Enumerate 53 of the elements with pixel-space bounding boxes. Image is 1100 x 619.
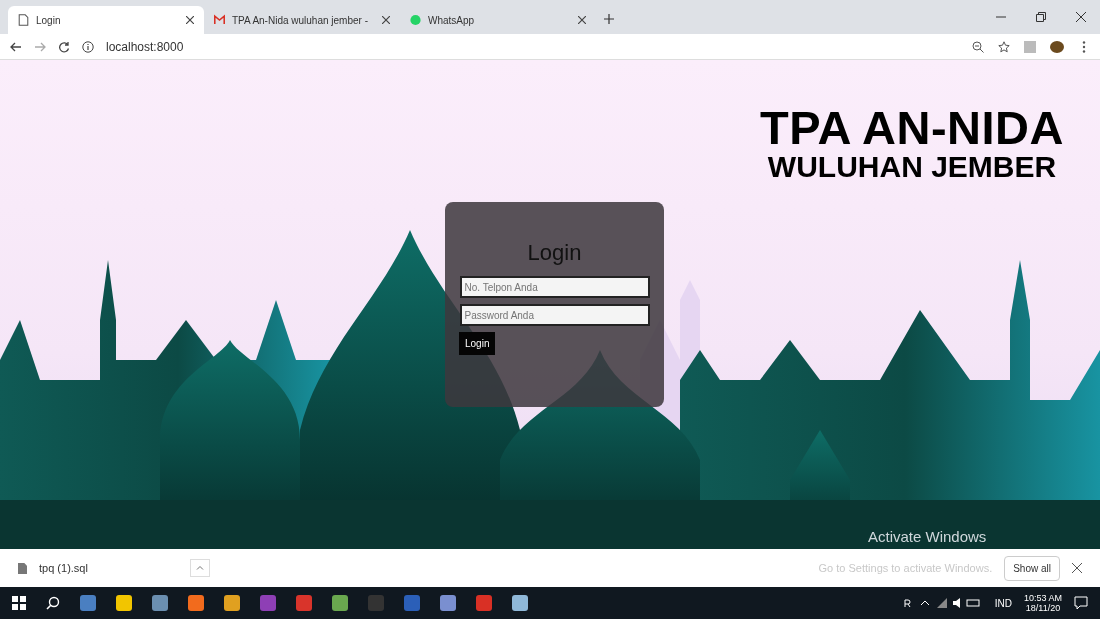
app-tile-icon[interactable]: [404, 595, 420, 611]
tab-title: WhatsApp: [428, 14, 476, 26]
address-field[interactable]: localhost:8000: [106, 39, 184, 54]
app-tile-icon[interactable]: [260, 595, 276, 611]
site-title: TPA AN-NIDA: [760, 104, 1064, 152]
mail-icon: [214, 14, 225, 26]
page-icon: [18, 14, 29, 26]
restore-icon[interactable]: [1036, 12, 1046, 22]
site-subtitle: WULUHAN JEMBER: [766, 152, 1058, 182]
back-arrow-icon[interactable]: [10, 40, 22, 53]
show-all-button[interactable]: Show all: [1004, 555, 1060, 581]
zoom-out-icon[interactable]: [972, 40, 984, 53]
chat-icon: [410, 14, 421, 26]
app-tile-icon[interactable]: [296, 595, 312, 611]
clock-date[interactable]: 18/11/20: [1025, 603, 1061, 613]
app-tile-icon[interactable]: [188, 595, 204, 611]
app-tile-icon[interactable]: [152, 595, 168, 611]
browser-tab[interactable]: Login: [8, 6, 204, 34]
new-tab-icon[interactable]: [604, 14, 614, 24]
login-button[interactable]: Login: [459, 332, 496, 355]
activation-title: Activate Windows: [868, 528, 987, 545]
notification-icon[interactable]: [1074, 596, 1088, 610]
clock-time[interactable]: 10:53 AM: [1023, 593, 1062, 603]
browser-tab[interactable]: WhatsApp: [400, 6, 596, 34]
app-tile-icon[interactable]: [116, 595, 132, 611]
app-tile-icon[interactable]: [332, 595, 348, 611]
language-indicator[interactable]: IND: [994, 597, 1012, 609]
caret-up-icon: [195, 564, 204, 572]
close-icon[interactable]: [186, 16, 194, 24]
file-icon: [18, 562, 27, 574]
info-icon[interactable]: [82, 40, 94, 53]
app-tile-icon[interactable]: [440, 595, 456, 611]
close-icon[interactable]: [1072, 563, 1082, 573]
system-tray-icons[interactable]: [902, 597, 983, 609]
reload-icon[interactable]: [58, 40, 70, 53]
close-icon[interactable]: [578, 16, 586, 24]
close-icon[interactable]: [382, 16, 390, 24]
tab-title: TPA An-Nida wuluhan jember -: [232, 14, 369, 26]
app-tile-icon[interactable]: [80, 595, 96, 611]
app-tile-icon[interactable]: [512, 595, 528, 611]
browser-tab[interactable]: TPA An-Nida wuluhan jember -: [204, 6, 400, 34]
windows-logo-icon[interactable]: [12, 596, 26, 610]
password-input-field[interactable]: Password Anda: [459, 304, 650, 326]
download-filename[interactable]: tpq (1).sql: [39, 562, 88, 574]
login-title: Login: [527, 240, 582, 266]
app-tile-icon[interactable]: [476, 595, 492, 611]
app-tile-icon[interactable]: [368, 595, 384, 611]
search-icon[interactable]: [46, 596, 60, 610]
star-icon[interactable]: [998, 40, 1010, 53]
phone-input-field[interactable]: No. Telpon Anda: [459, 276, 650, 298]
app-tile-icon[interactable]: [224, 595, 240, 611]
tab-title: Login: [36, 14, 62, 26]
close-icon[interactable]: [1076, 12, 1086, 22]
